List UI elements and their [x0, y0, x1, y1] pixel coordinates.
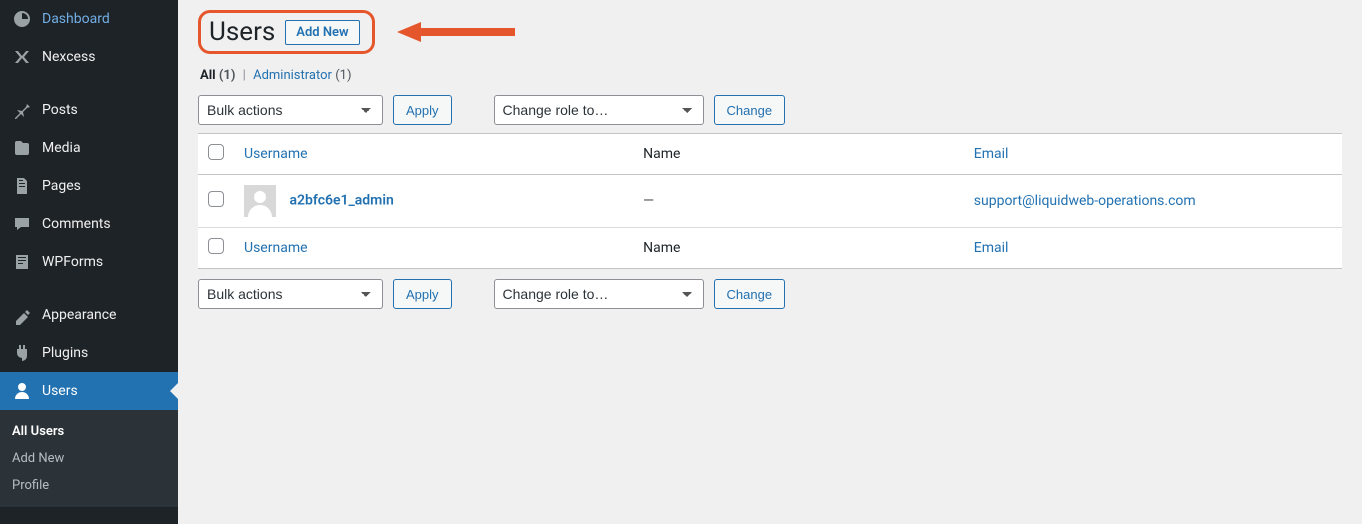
- filter-all[interactable]: All (1): [200, 68, 235, 83]
- avatar: [244, 185, 276, 217]
- bulk-actions-select[interactable]: Bulk actions: [198, 95, 383, 125]
- row-checkbox[interactable]: [208, 191, 224, 207]
- select-all-header: [198, 134, 234, 175]
- sidebar-label: Pages: [42, 178, 81, 194]
- comments-icon: [12, 214, 32, 234]
- sidebar-item-nexcess[interactable]: Nexcess: [0, 38, 178, 76]
- name-cell: —: [633, 175, 964, 228]
- sidebar-label: Dashboard: [42, 11, 110, 27]
- email-link[interactable]: support@liquidweb-operations.com: [974, 193, 1196, 209]
- tablenav-bottom: Bulk actions Apply Change role to… Chang…: [198, 279, 1342, 309]
- filter-administrator[interactable]: Administrator (1): [253, 68, 351, 83]
- sidebar-label: Comments: [42, 216, 111, 232]
- sidebar-label: Users: [42, 383, 78, 399]
- sidebar-item-users[interactable]: Users: [0, 372, 178, 410]
- col-username[interactable]: Username: [234, 134, 633, 175]
- submenu-profile[interactable]: Profile: [0, 472, 178, 499]
- sidebar-item-appearance[interactable]: Appearance: [0, 296, 178, 334]
- submenu-add-new[interactable]: Add New: [0, 445, 178, 472]
- sidebar-separator: [0, 81, 178, 86]
- change-role-select[interactable]: Change role to…: [494, 95, 704, 125]
- media-icon: [12, 138, 32, 158]
- sidebar-label: Plugins: [42, 345, 88, 361]
- change-role-select-bottom[interactable]: Change role to…: [494, 279, 704, 309]
- filter-separator: |: [239, 68, 250, 83]
- add-new-button[interactable]: Add New: [285, 20, 359, 45]
- change-button[interactable]: Change: [714, 95, 786, 125]
- heading-highlight-box: Users Add New: [198, 10, 375, 54]
- page-heading-row: Users Add New: [198, 10, 1342, 54]
- users-table: Username Name Email a2bfc6e1_admin — sup…: [198, 133, 1342, 269]
- col-username-footer[interactable]: Username: [234, 228, 633, 269]
- sidebar-item-posts[interactable]: Posts: [0, 91, 178, 129]
- username-link[interactable]: a2bfc6e1_admin: [289, 193, 393, 209]
- sidebar-label: Media: [42, 140, 81, 156]
- sidebar-item-plugins[interactable]: Plugins: [0, 334, 178, 372]
- submenu-all-users[interactable]: All Users: [0, 418, 178, 445]
- plugins-icon: [12, 343, 32, 363]
- page-title: Users: [209, 17, 275, 47]
- sidebar-item-pages[interactable]: Pages: [0, 167, 178, 205]
- col-email-footer[interactable]: Email: [964, 228, 1342, 269]
- sidebar-separator: [0, 286, 178, 291]
- sidebar-label: Posts: [42, 102, 78, 118]
- table-row: a2bfc6e1_admin — support@liquidweb-opera…: [198, 175, 1342, 228]
- sidebar-item-dashboard[interactable]: Dashboard: [0, 0, 178, 38]
- bulk-actions-select-bottom[interactable]: Bulk actions: [198, 279, 383, 309]
- pin-icon: [12, 100, 32, 120]
- change-button-bottom[interactable]: Change: [714, 279, 786, 309]
- main-content: Users Add New All (1) | Administrator (1…: [178, 0, 1362, 524]
- role-filter-links: All (1) | Administrator (1): [200, 68, 1342, 83]
- col-email[interactable]: Email: [964, 134, 1342, 175]
- col-name[interactable]: Name: [633, 134, 964, 175]
- nexcess-icon: [12, 47, 32, 67]
- wpforms-icon: [12, 252, 32, 272]
- sidebar-label: Appearance: [42, 307, 116, 323]
- sidebar-submenu-users: All Users Add New Profile: [0, 410, 178, 507]
- sidebar-item-comments[interactable]: Comments: [0, 205, 178, 243]
- col-name-footer[interactable]: Name: [633, 228, 964, 269]
- apply-button-bottom[interactable]: Apply: [393, 279, 452, 309]
- sidebar-label: WPForms: [42, 254, 103, 270]
- annotation-arrow-icon: [397, 20, 517, 44]
- select-all-checkbox[interactable]: [208, 144, 224, 160]
- admin-sidebar: Dashboard Nexcess Posts Media Pages Comm…: [0, 0, 178, 524]
- select-all-checkbox-footer[interactable]: [208, 238, 224, 254]
- sidebar-label: Nexcess: [42, 49, 95, 65]
- appearance-icon: [12, 305, 32, 325]
- sidebar-item-wpforms[interactable]: WPForms: [0, 243, 178, 281]
- users-icon: [12, 381, 32, 401]
- pages-icon: [12, 176, 32, 196]
- sidebar-item-media[interactable]: Media: [0, 129, 178, 167]
- dashboard-icon: [12, 9, 32, 29]
- apply-button[interactable]: Apply: [393, 95, 452, 125]
- tablenav-top: Bulk actions Apply Change role to… Chang…: [198, 95, 1342, 125]
